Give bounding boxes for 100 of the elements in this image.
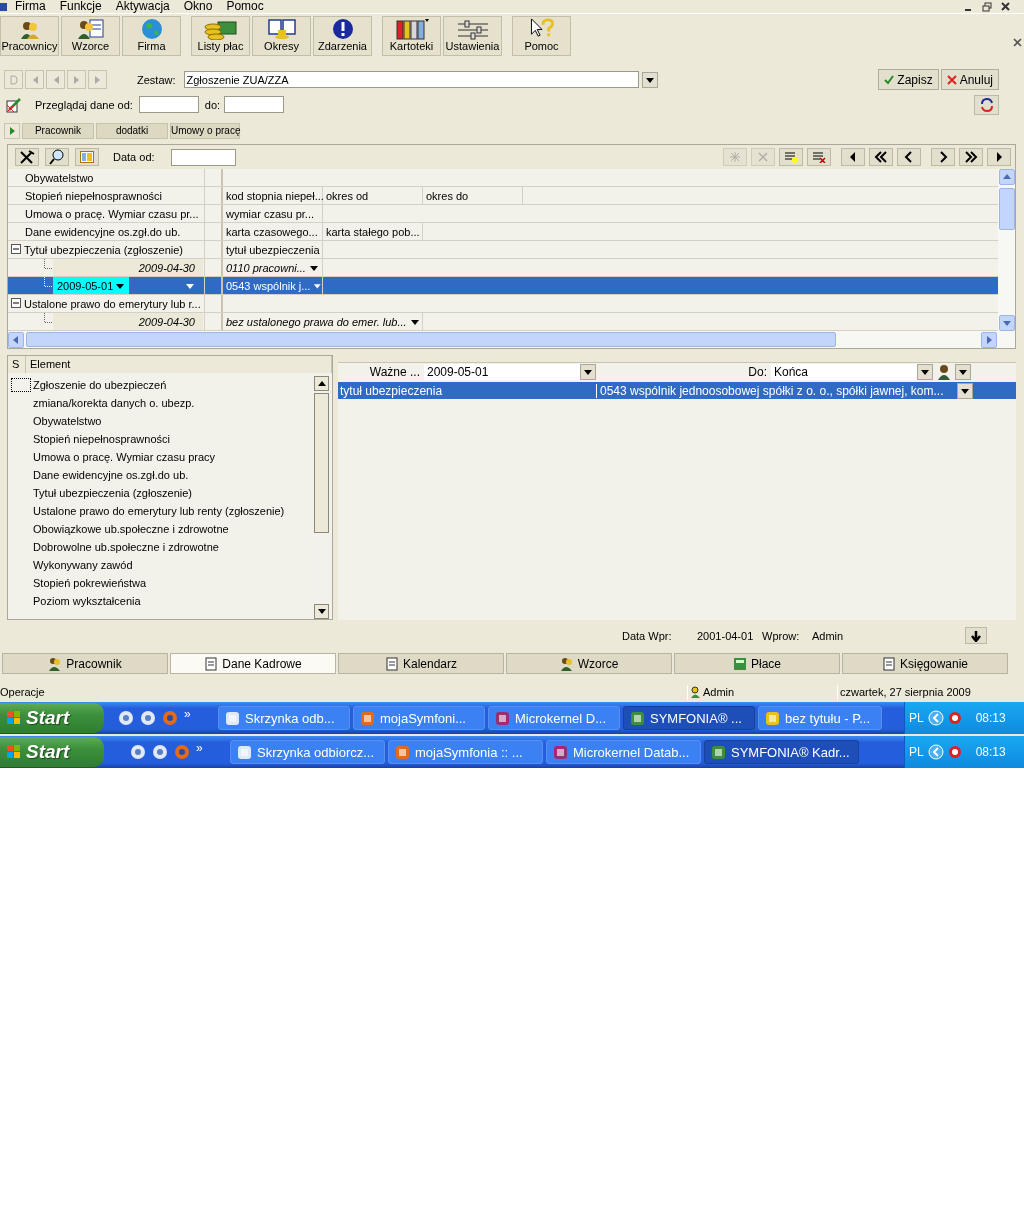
subtab[interactable]: Umowy o pracę xyxy=(170,122,240,139)
quick-launch-chevron[interactable]: » xyxy=(184,707,191,721)
bottom-tab[interactable]: Księgowanie xyxy=(842,653,1008,675)
list-item[interactable]: Dane ewidencyjne os.zgł.do ub. xyxy=(33,469,189,482)
list-item[interactable]: Obywatelstwo xyxy=(33,415,102,428)
tree-row[interactable]: 2009-05-01 0543 wspólnik j... xyxy=(8,277,998,296)
down-arrow-button[interactable] xyxy=(965,627,987,645)
list-item[interactable]: Poziom wykształcenia xyxy=(33,595,141,608)
bottom-tab[interactable]: Pracownik xyxy=(2,653,168,675)
list-item[interactable]: Ustalone prawo do emerytury lub renty (zgłoszenie) xyxy=(33,505,285,518)
taskbar-button[interactable]: mojaSymfoni... xyxy=(353,706,485,730)
search-icon xyxy=(49,149,65,166)
refresh-button[interactable] xyxy=(974,94,999,115)
subtab[interactable]: Pracownik xyxy=(22,122,94,139)
forward-button[interactable] xyxy=(931,148,955,167)
bottom-tab[interactable]: Kalendarz xyxy=(338,653,504,675)
toolbar-button[interactable]: Pomoc xyxy=(512,16,571,56)
collapse-icon[interactable] xyxy=(11,298,22,310)
dropdown-button[interactable] xyxy=(641,71,658,88)
start-button[interactable]: Start xyxy=(0,703,104,733)
taskbar-button[interactable]: Microkernel D... xyxy=(488,706,620,730)
scroll-thumb[interactable] xyxy=(314,393,329,534)
list-item[interactable]: Stopień niepełnosprawności xyxy=(33,433,170,446)
scroll-up-button[interactable] xyxy=(314,376,329,392)
fast-forward-button[interactable] xyxy=(959,148,983,167)
taskbar-button[interactable]: mojaSymfonia :: ... xyxy=(388,740,543,764)
list-item[interactable]: Zgłoszenie do ubezpieczeń xyxy=(33,379,167,392)
toolbar-button[interactable]: Pracownicy xyxy=(0,16,59,56)
dropdown-button[interactable] xyxy=(957,382,973,399)
menu-item[interactable]: Firma xyxy=(8,0,53,13)
dropdown-button[interactable] xyxy=(955,363,971,380)
toolbar-button[interactable]: Kartoteki xyxy=(382,16,441,56)
scroll-right-button[interactable] xyxy=(981,331,997,348)
search-button[interactable] xyxy=(45,148,69,167)
first-button[interactable] xyxy=(841,148,865,167)
start-button[interactable]: Start xyxy=(0,737,104,767)
menu-item[interactable]: Aktywacja xyxy=(108,0,177,13)
rewind-button[interactable] xyxy=(869,148,893,167)
quick-launch-chevron[interactable]: » xyxy=(196,741,203,755)
menu-item[interactable]: Okno xyxy=(176,0,220,13)
subtab[interactable]: dodatki xyxy=(96,122,168,139)
taskbar-button[interactable]: Microkernel Datab... xyxy=(546,740,701,764)
dropdown-cell[interactable]: 0110 pracowni... xyxy=(223,259,323,277)
taskbar-button[interactable]: bez tytułu - P... xyxy=(758,706,882,730)
scroll-thumb[interactable] xyxy=(26,332,836,348)
scroll-down-button[interactable] xyxy=(314,603,329,619)
list-item[interactable]: Stopień pokrewieństwa xyxy=(33,577,147,590)
focus-box[interactable] xyxy=(11,378,31,393)
list-item[interactable]: Tytuł ubezpieczenia (zgłoszenie) xyxy=(33,487,192,500)
taskbar-button[interactable]: Skrzynka odbiorcz... xyxy=(230,740,385,764)
last-button[interactable] xyxy=(987,148,1011,167)
add-line-button[interactable] xyxy=(779,148,803,167)
delete-line-button[interactable] xyxy=(807,148,831,167)
vertical-scrollbar[interactable] xyxy=(314,376,330,619)
app-icon[interactable] xyxy=(0,0,8,13)
list-item[interactable]: Obowiązkowe ub.społeczne i zdrowotne xyxy=(33,523,229,536)
scroll-left-button[interactable] xyxy=(8,331,24,348)
detail-row[interactable]: tytuł ubezpieczenia 0543 wspólnik jednoosobowej spółki z o. o., spółki jawnej, kom... xyxy=(338,382,1016,400)
dropdown-cell[interactable]: bez ustalonego prawa do emer. lub... xyxy=(223,313,423,331)
vertical-scrollbar[interactable] xyxy=(998,169,1015,332)
list-item[interactable]: Wykonywany zawód xyxy=(33,559,133,572)
toolbar-button[interactable]: Wzorce xyxy=(61,16,120,56)
date-to-field[interactable] xyxy=(224,96,285,114)
chevron-left-icon[interactable] xyxy=(927,710,944,726)
chevron-left-icon[interactable] xyxy=(927,744,944,760)
toolbar-button[interactable]: Okresy xyxy=(252,16,311,56)
dropdown-cell[interactable]: 0543 wspólnik j... xyxy=(223,277,323,295)
edit-pen-icon[interactable] xyxy=(6,96,22,113)
taskbar-button[interactable]: SYMFONIA® ... xyxy=(623,706,755,730)
bottom-tab[interactable]: Wzorce xyxy=(506,653,672,675)
valid-to-combo[interactable]: Końca xyxy=(771,363,933,380)
numbering-button[interactable] xyxy=(75,148,99,167)
play-button[interactable] xyxy=(4,122,20,139)
save-button[interactable]: Zapisz xyxy=(878,69,939,91)
tools-button[interactable] xyxy=(15,148,39,167)
bottom-tab[interactable]: Płace xyxy=(674,653,840,675)
list-item[interactable]: Umowa o pracę. Wymiar czasu pracy xyxy=(33,451,216,464)
close-icon[interactable] xyxy=(1013,38,1022,47)
menu-item[interactable]: Funkcje xyxy=(52,0,109,13)
app-icon xyxy=(630,710,645,726)
collapse-icon[interactable] xyxy=(11,244,22,256)
date-from-field[interactable] xyxy=(138,96,199,114)
taskbar-button[interactable]: SYMFONIA® Kadr... xyxy=(704,740,859,764)
horizontal-scrollbar[interactable] xyxy=(8,331,1015,349)
date-field[interactable] xyxy=(170,148,236,166)
valid-from-combo[interactable]: 2009-05-01 xyxy=(424,363,596,380)
toolbar-button[interactable]: Ustawienia xyxy=(443,16,502,56)
cancel-button[interactable]: Anuluj xyxy=(940,69,999,91)
list-item[interactable]: Dobrowolne ub.społeczne i zdrowotne xyxy=(33,541,219,554)
toolbar-button[interactable]: Firma xyxy=(122,16,181,56)
back-button[interactable] xyxy=(897,148,921,167)
toolbar-button[interactable]: Listy płac xyxy=(191,16,250,56)
set-field[interactable]: Zgłoszenie ZUA/ZZA xyxy=(183,71,639,89)
scroll-thumb[interactable] xyxy=(998,188,1015,231)
menu-item[interactable]: Pomoc xyxy=(219,0,271,13)
toolbar-button[interactable]: Zdarzenia xyxy=(313,16,372,56)
list-item[interactable]: zmiana/korekta danych o. ubezp. xyxy=(33,397,195,410)
person-icon[interactable] xyxy=(937,363,951,380)
bottom-tab[interactable]: Dane Kadrowe xyxy=(170,653,336,675)
taskbar-button[interactable]: Skrzynka odb... xyxy=(218,706,350,730)
